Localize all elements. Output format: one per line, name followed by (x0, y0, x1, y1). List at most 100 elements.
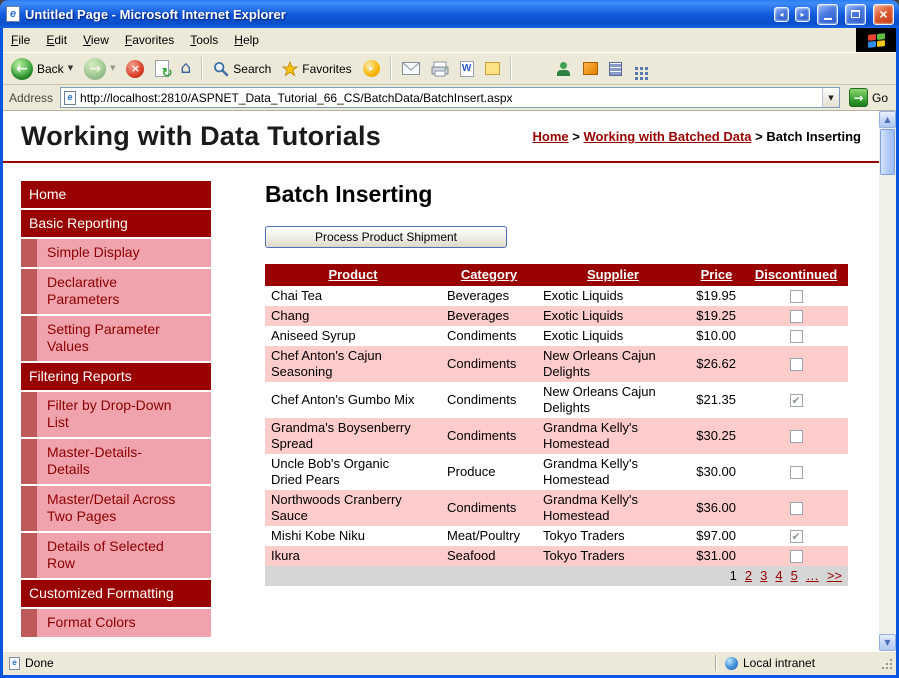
scroll-up-button[interactable]: ▲ (879, 111, 896, 128)
pager-link-4[interactable]: 4 (775, 568, 782, 583)
address-input[interactable]: e http://localhost:2810/ASPNET_Data_Tuto… (60, 87, 840, 108)
supplier-cell: Grandma Kelly's Homestead (537, 454, 689, 490)
discontinued-checkbox[interactable] (790, 502, 803, 515)
keypad-icon (635, 67, 638, 70)
discontinued-checkbox[interactable] (790, 310, 803, 323)
main-content: Batch Inserting Process Product Shipment… (265, 181, 848, 639)
forward-button[interactable]: → ▼ (80, 56, 119, 82)
pager-link-3[interactable]: 3 (760, 568, 767, 583)
ie-app-icon[interactable]: e (6, 6, 20, 22)
discuss-button[interactable] (481, 60, 504, 77)
discontinued-checkbox[interactable] (790, 530, 803, 543)
favorites-button[interactable]: Favorites (278, 59, 355, 79)
discontinued-checkbox[interactable] (790, 290, 803, 303)
column-sort-link[interactable]: Category (461, 267, 517, 282)
maximize-button[interactable] (845, 4, 866, 25)
scroll-down-button[interactable]: ▼ (879, 634, 896, 651)
site-title: Working with Data Tutorials (21, 121, 381, 152)
refresh-button[interactable]: ↻ (151, 58, 173, 79)
scrollbar-track[interactable] (879, 128, 896, 634)
go-button[interactable]: → Go (845, 88, 892, 107)
search-button[interactable]: Search (209, 59, 275, 79)
breadcrumb-link-home[interactable]: Home (533, 129, 569, 144)
sidebar-item-filter-by-drop-down-list[interactable]: Filter by Drop-Down List (21, 392, 211, 437)
media-button[interactable]: ▸ (359, 58, 384, 79)
sidebar-item-details-of-selected-row[interactable]: Details of Selected Row (21, 533, 211, 578)
window-frame: FileEditViewFavoritesToolsHelp ← Back ▼ … (0, 28, 899, 678)
column-sort-link[interactable]: Product (328, 267, 377, 282)
discontinued-checkbox[interactable] (790, 394, 803, 407)
discontinued-checkbox[interactable] (790, 430, 803, 443)
minimize-button[interactable] (817, 4, 838, 25)
sidebar-item-label: Declarative Parameters (47, 274, 179, 308)
stop-button[interactable]: × (122, 58, 148, 80)
back-dropdown-icon[interactable]: ▼ (68, 65, 73, 72)
product-cell: Chai Tea (265, 286, 441, 306)
titlebar-extra-right-button[interactable]: ▸ (795, 7, 810, 22)
sidebar-section-filtering-reports[interactable]: Filtering Reports (21, 363, 211, 390)
menu-item-view[interactable]: View (75, 28, 117, 52)
discontinued-checkbox[interactable] (790, 550, 803, 563)
sites-button[interactable] (605, 60, 626, 78)
sidebar-section-basic-reporting[interactable]: Basic Reporting (21, 210, 211, 237)
discontinued-checkbox[interactable] (790, 330, 803, 343)
pager-link-[interactable]: >> (827, 568, 842, 583)
resize-grip[interactable] (879, 656, 894, 671)
sidebar-section-label: Home (29, 186, 66, 203)
sidebar-item-master-detail-across-two-pages[interactable]: Master/Detail Across Two Pages (21, 486, 211, 531)
price-cell: $21.35 (689, 382, 744, 418)
sidebar-item-setting-parameter-values[interactable]: Setting Parameter Values (21, 316, 211, 361)
sidebar-section-customized-formatting[interactable]: Customized Formatting (21, 580, 211, 607)
titlebar-extra-left-button[interactable]: ◂ (774, 7, 789, 22)
menu-item-edit[interactable]: Edit (38, 28, 75, 52)
price-cell: $97.00 (689, 526, 744, 546)
category-cell: Produce (441, 454, 537, 490)
column-sort-link[interactable]: Supplier (587, 267, 639, 282)
grid-body: Chai TeaBeveragesExotic Liquids$19.95Cha… (265, 286, 848, 566)
address-dropdown-button[interactable]: ▼ (822, 88, 839, 107)
discontinued-checkbox[interactable] (790, 358, 803, 371)
process-product-shipment-button[interactable]: Process Product Shipment (265, 226, 507, 248)
edit-button[interactable]: W (456, 59, 478, 79)
messenger-button[interactable] (552, 60, 576, 78)
sidebar-section-home[interactable]: Home (21, 181, 211, 208)
home-button[interactable]: ⌂ (176, 58, 195, 79)
sidebar-section-label: Basic Reporting (29, 215, 128, 232)
menu-item-tools[interactable]: Tools (182, 28, 226, 52)
pager-link-2[interactable]: 2 (745, 568, 752, 583)
menu-item-help[interactable]: Help (226, 28, 267, 52)
sidebar-item-declarative-parameters[interactable]: Declarative Parameters (21, 269, 211, 314)
print-button[interactable] (427, 59, 453, 79)
pager-link-[interactable]: … (806, 568, 819, 583)
discontinued-cell (744, 286, 848, 306)
column-sort-link[interactable]: Discontinued (755, 267, 837, 282)
status-page-icon: e (9, 657, 20, 670)
breadcrumb-separator: > (569, 129, 584, 144)
pager-link-5[interactable]: 5 (791, 568, 798, 583)
sidebar-item-format-colors[interactable]: Format Colors (21, 609, 211, 637)
discontinued-checkbox[interactable] (790, 466, 803, 479)
sidebar-item-master-details-details[interactable]: Master-Details-Details (21, 439, 211, 484)
menu-item-favorites[interactable]: Favorites (117, 28, 182, 52)
vertical-scrollbar[interactable]: ▲ ▼ (879, 111, 896, 651)
scrollbar-thumb[interactable] (880, 129, 895, 175)
sidebar-item-simple-display[interactable]: Simple Display (21, 239, 211, 267)
breadcrumb-link-working-with-batched-data[interactable]: Working with Batched Data (583, 129, 751, 144)
column-sort-link[interactable]: Price (701, 267, 733, 282)
sites-icon (609, 62, 622, 76)
price-cell: $30.00 (689, 454, 744, 490)
print-icon (431, 61, 449, 77)
status-text: Done (25, 656, 54, 670)
product-cell: Mishi Kobe Niku (265, 526, 441, 546)
address-url[interactable]: http://localhost:2810/ASPNET_Data_Tutori… (80, 91, 818, 105)
breadcrumb: Home > Working with Batched Data > Batch… (533, 129, 861, 144)
column-header-price: Price (689, 264, 744, 286)
menu-item-file[interactable]: File (3, 28, 38, 52)
back-button[interactable]: ← Back ▼ (7, 56, 77, 82)
discontinued-cell (744, 418, 848, 454)
mail-button[interactable] (398, 60, 424, 77)
close-button[interactable]: × (873, 4, 894, 25)
category-cell: Condiments (441, 326, 537, 346)
research-button[interactable] (579, 60, 602, 77)
keypad-button[interactable] (629, 60, 654, 77)
